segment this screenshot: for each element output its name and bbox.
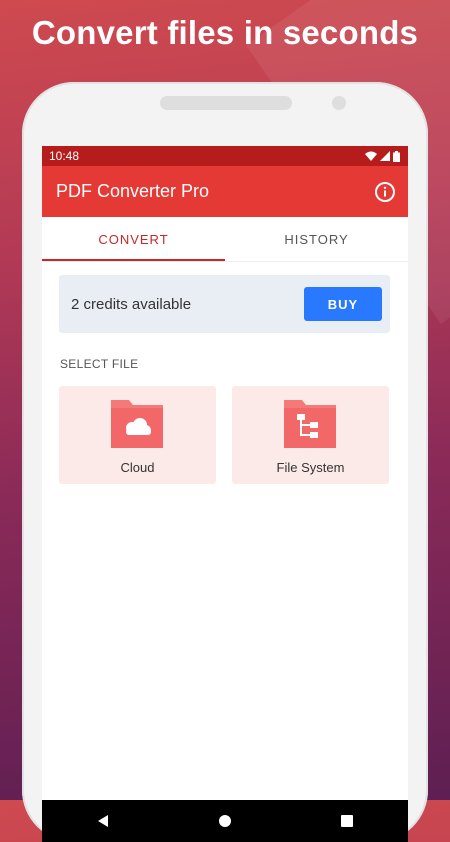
signal-icon <box>380 151 390 161</box>
tab-convert[interactable]: CONVERT <box>42 217 225 261</box>
file-system-option-label: File System <box>276 460 345 475</box>
wifi-icon <box>365 151 377 161</box>
recents-icon[interactable] <box>327 801 367 841</box>
credits-panel: 2 credits available BUY <box>59 275 390 333</box>
phone-frame: 10:48 PDF Converter Pro CONVERT HISTORY … <box>22 82 428 842</box>
home-icon[interactable] <box>205 801 245 841</box>
cloud-option-card[interactable]: Cloud <box>59 386 216 484</box>
file-tree-folder-icon <box>284 400 336 448</box>
file-system-option-card[interactable]: File System <box>232 386 389 484</box>
credits-text: 2 credits available <box>71 295 192 313</box>
cloud-option-label: Cloud <box>120 460 155 475</box>
phone-camera <box>332 96 346 110</box>
tab-history[interactable]: HISTORY <box>225 217 408 261</box>
status-icons <box>365 150 400 162</box>
app-bar: PDF Converter Pro <box>42 166 408 217</box>
buy-button[interactable]: BUY <box>304 287 382 321</box>
android-nav-bar <box>42 800 408 842</box>
select-file-heading: SELECT FILE <box>60 357 139 371</box>
battery-icon <box>393 150 400 162</box>
tab-bar: CONVERT HISTORY <box>42 217 408 262</box>
tab-indicator <box>42 259 225 261</box>
cloud-folder-icon <box>111 400 163 448</box>
app-screen: 10:48 PDF Converter Pro CONVERT HISTORY … <box>42 146 408 842</box>
status-bar: 10:48 <box>42 146 408 166</box>
info-icon[interactable] <box>374 181 396 203</box>
back-icon[interactable] <box>83 801 123 841</box>
app-title: PDF Converter Pro <box>56 181 210 201</box>
status-time: 10:48 <box>49 149 80 163</box>
phone-speaker <box>160 96 292 110</box>
promo-headline: Convert files in seconds <box>31 14 419 51</box>
